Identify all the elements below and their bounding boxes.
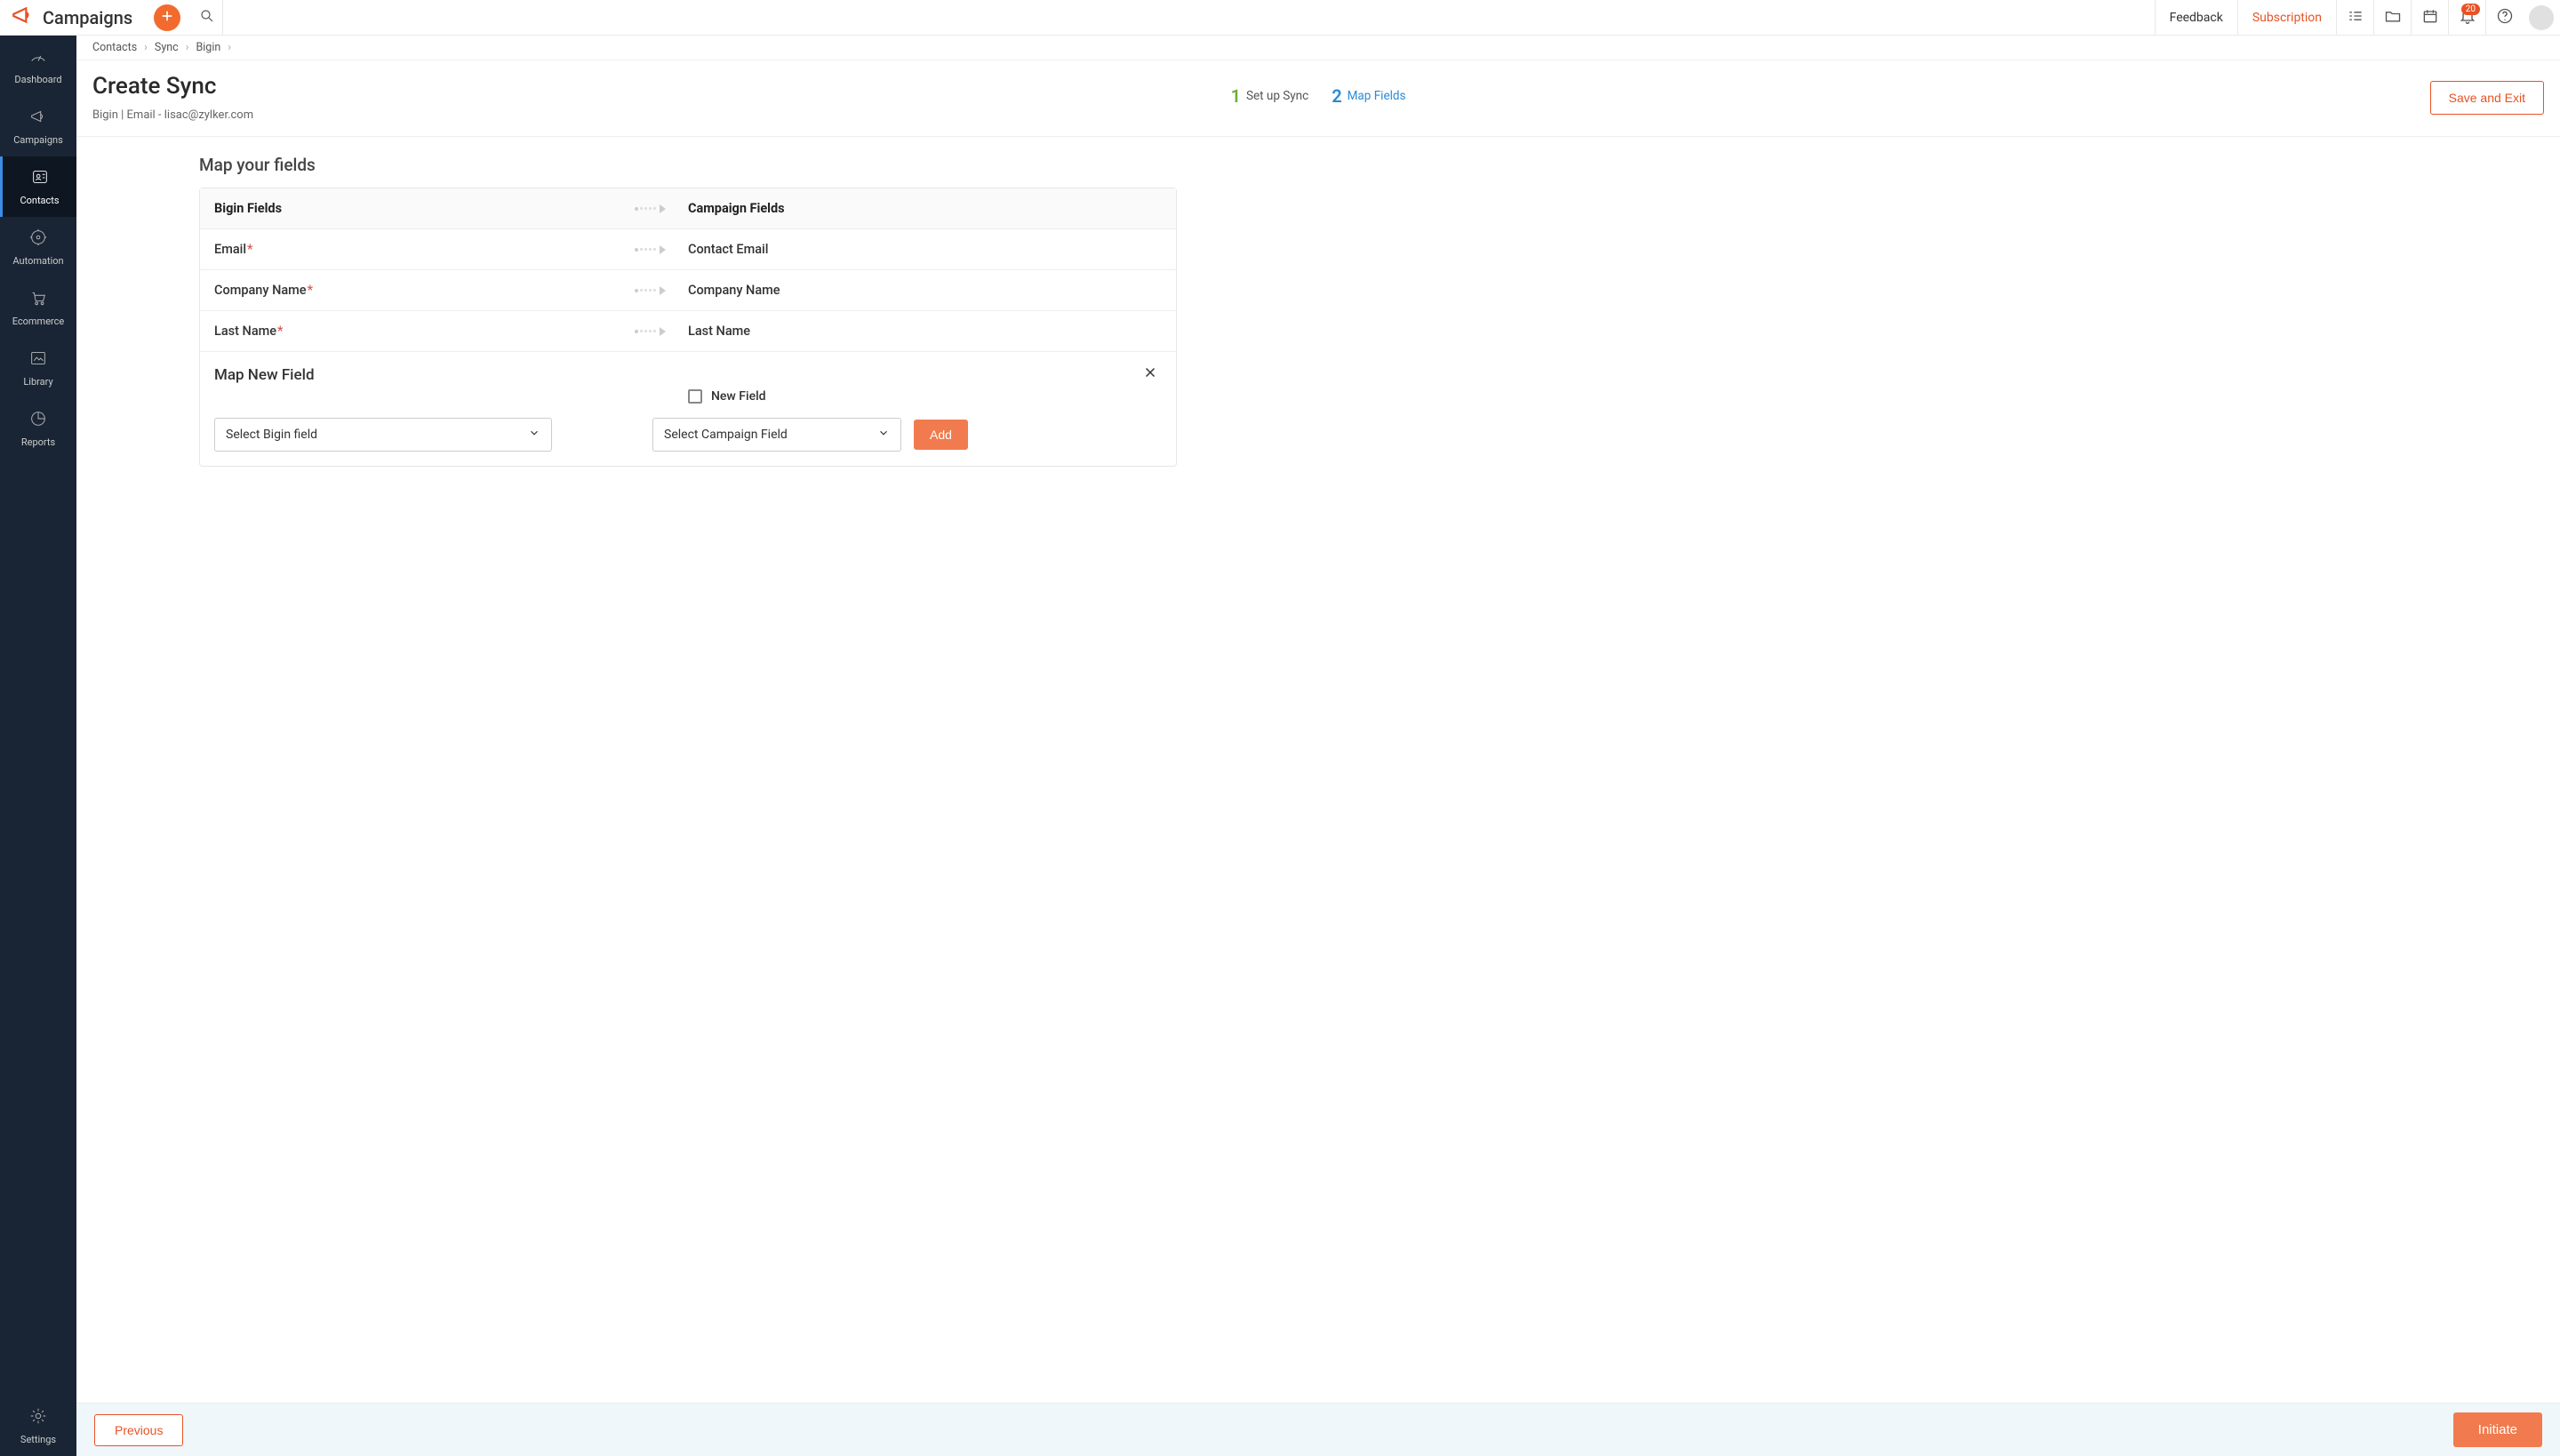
breadcrumb-item[interactable]: Contacts [92,41,137,54]
breadcrumb-item[interactable]: Sync [155,41,179,54]
sidebar-item-label: Campaigns [13,134,63,146]
map-new-field-title: Map New Field [214,366,315,384]
chevron-right-icon: › [228,41,231,54]
feedback-link[interactable]: Feedback [2155,0,2237,36]
breadcrumb: Contacts › Sync › Bigin › [76,36,2560,60]
sidebar: Dashboard Campaigns Contacts Automation … [0,36,76,1456]
calendar-button[interactable] [2411,0,2448,36]
map-new-field-block: Map New Field New Field [200,351,1176,466]
wizard-steps: 1 Set up Sync 2 Map Fields [1231,85,1406,107]
dashboard-icon [28,46,48,68]
create-button[interactable] [154,4,180,31]
sidebar-item-label: Settings [20,1434,56,1445]
step-map-fields[interactable]: 2 Map Fields [1332,85,1405,107]
list-view-button[interactable] [2336,0,2373,36]
sidebar-item-label: Library [23,376,52,388]
section-title: Map your fields [199,155,2544,175]
campaign-field-select[interactable]: Select Campaign Field [652,418,901,452]
folder-button[interactable] [2373,0,2411,36]
sidebar-item-contacts[interactable]: Contacts [0,156,76,217]
avatar-icon [2529,5,2554,30]
page-subtitle: Bigin | Email - lisac@zylker.com [92,108,253,122]
breadcrumb-item[interactable]: Bigin [196,41,220,54]
chevron-down-icon [528,427,540,443]
sidebar-item-ecommerce[interactable]: Ecommerce [0,277,76,338]
arrow-icon [635,245,666,254]
map-row: Last Name* Last Name [200,311,1176,351]
gear-icon [28,1406,48,1428]
previous-button[interactable]: Previous [94,1414,183,1446]
brand-name: Campaigns [43,7,132,28]
automation-icon [28,228,48,250]
add-button[interactable]: Add [914,420,968,450]
sidebar-item-automation[interactable]: Automation [0,217,76,277]
map-fields-panel: Bigin Fields Campaign Fields Email* Cont… [199,188,1177,467]
step-setup-sync[interactable]: 1 Set up Sync [1231,85,1309,107]
help-icon [2496,7,2514,28]
map-row: Company Name* Company Name [200,270,1176,311]
required-star-icon: * [277,324,283,339]
chevron-right-icon: › [186,41,189,54]
sidebar-item-label: Reports [21,436,55,448]
save-and-exit-button[interactable]: Save and Exit [2430,81,2544,115]
bigin-field-select[interactable]: Select Bigin field [214,418,552,452]
arrow-icon [635,286,666,295]
notifications-button[interactable]: 20 [2448,0,2485,36]
sidebar-item-label: Ecommerce [12,316,65,327]
map-row: Email* Contact Email [200,229,1176,270]
close-button[interactable] [1142,364,1158,384]
megaphone-icon [28,107,48,129]
sidebar-item-label: Automation [12,255,63,267]
arrow-icon [635,204,666,213]
sidebar-item-library[interactable]: Library [0,338,76,398]
required-star-icon: * [247,242,252,257]
subscription-link[interactable]: Subscription [2237,0,2336,36]
sidebar-item-campaigns[interactable]: Campaigns [0,96,76,156]
initiate-button[interactable]: Initiate [2453,1412,2542,1447]
library-icon [28,348,48,371]
list-icon [2347,7,2364,28]
reports-icon [28,409,48,431]
search-icon [199,8,215,28]
sidebar-item-dashboard[interactable]: Dashboard [0,36,76,96]
required-star-icon: * [308,283,313,298]
notification-count-badge: 20 [2461,4,2480,15]
chevron-right-icon: › [144,41,148,54]
sidebar-item-settings[interactable]: Settings [0,1396,76,1456]
plus-icon [160,9,174,27]
checkbox-icon [688,389,702,404]
new-field-checkbox[interactable]: New Field [688,389,1162,404]
brand: Campaigns [0,4,143,31]
calendar-icon [2421,7,2439,28]
user-avatar[interactable] [2523,0,2560,36]
footer-bar: Previous Initiate [76,1403,2560,1456]
megaphone-icon [11,4,34,31]
sidebar-item-reports[interactable]: Reports [0,398,76,459]
search-button[interactable] [191,0,223,36]
help-button[interactable] [2485,0,2523,36]
page-title: Create Sync [92,73,253,100]
chevron-down-icon [877,427,890,443]
cart-icon [28,288,48,310]
close-icon [1142,370,1158,384]
sidebar-item-label: Dashboard [14,74,61,85]
sidebar-item-label: Contacts [20,195,59,206]
map-header-row: Bigin Fields Campaign Fields [200,188,1176,229]
folder-icon [2384,7,2402,28]
arrow-icon [635,327,666,336]
contacts-icon [30,167,50,189]
